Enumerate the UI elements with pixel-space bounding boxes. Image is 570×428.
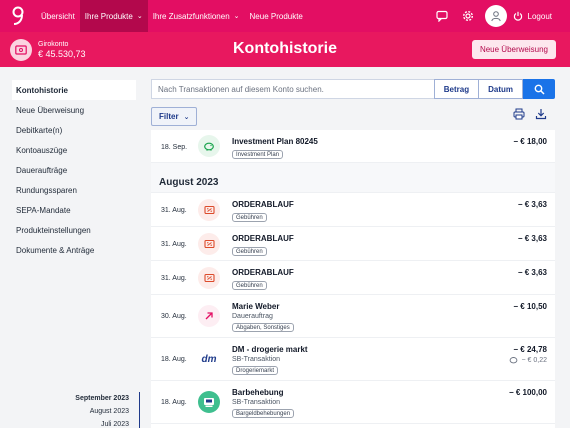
transaction-amount: − € 3,63 [517, 268, 547, 277]
sidebar-item-debit-cards[interactable]: Debitkarte(n) [12, 120, 136, 140]
transaction-title: Barbehebung [232, 388, 284, 397]
category-tag: Gebühren [232, 213, 267, 222]
transaction-row[interactable]: 30. Aug. Marie Weber Dauerauftrag Abgabe… [151, 295, 555, 338]
transaction-title: ORDERABLAUF [232, 234, 294, 243]
transaction-date: 31. Aug. [161, 241, 187, 248]
fee-icon [198, 199, 220, 221]
nav-products[interactable]: Ihre Produkte ⌄ [79, 0, 148, 32]
transaction-row[interactable]: 31. Aug. ORDERABLAUF Gebühren − € 3,63 [151, 227, 555, 261]
nav-overview[interactable]: Übersicht [36, 0, 80, 32]
transaction-amount: − € 3,63 [517, 200, 547, 209]
month-timeline: September 2023 August 2023 Juli 2023 [60, 392, 140, 428]
transaction-amount: − € 100,00 [508, 388, 547, 397]
atm-icon [198, 391, 220, 413]
new-transfer-button[interactable]: Neue Überweisung [471, 40, 556, 59]
roundup-amount-value: − € 0,22 [521, 356, 548, 364]
transaction-amount: − € 10,50 [513, 302, 547, 311]
arrow-up-right-icon [198, 305, 220, 327]
sidebar-item-product-settings[interactable]: Produkteinstellungen [12, 220, 136, 240]
sidebar-item-new-transfer[interactable]: Neue Überweisung [12, 100, 136, 120]
search-input[interactable] [151, 79, 435, 99]
chevron-down-icon: ⌄ [136, 13, 143, 20]
nav-products-label: Ihre Produkte [84, 11, 133, 21]
month-header: August 2023 [151, 163, 555, 193]
search-icon [534, 84, 545, 95]
sidebar-item-sepa-mandates[interactable]: SEPA-Mandate [12, 200, 136, 220]
transaction-date: 18. Aug. [161, 356, 187, 363]
transaction-row[interactable]: 31. Aug. ORDERABLAUF Gebühren − € 3,63 [151, 261, 555, 295]
transaction-amount: − € 18,00 [513, 137, 547, 146]
nav-extra-functions-label: Ihre Zusatzfunktionen [152, 11, 230, 21]
transaction-subtitle: SB-Transaktion [232, 399, 280, 406]
power-icon [513, 11, 522, 21]
chevron-down-icon: ⌄ [233, 13, 240, 20]
search-button[interactable] [523, 79, 555, 99]
print-icon[interactable] [508, 108, 530, 120]
transaction-subtitle: SB-Transaktion [232, 356, 280, 363]
filter-button[interactable]: Filter ⌄ [151, 107, 198, 126]
sidebar-item-standing-orders[interactable]: Daueraufträge [12, 160, 136, 180]
dm-logo-icon: dm [198, 348, 220, 370]
transaction-list: 18. Sep. Investment Plan 80245 Investmen… [151, 130, 555, 428]
category-tag: Investment Plan [232, 150, 284, 159]
transaction-amount: − € 24,78 [513, 345, 547, 354]
category-tag: Abgaben, Sonstiges [232, 323, 294, 332]
sidebar: Kontohistorie Neue Überweisung Debitkart… [12, 80, 136, 260]
transaction-amount: − € 3,63 [517, 234, 547, 243]
toolbar [508, 108, 552, 120]
category-tag: Gebühren [232, 247, 267, 256]
transaction-title: ORDERABLAUF [232, 268, 294, 277]
transaction-row[interactable]: 18. Aug. dm DM - drogerie markt SB-Trans… [151, 338, 555, 381]
sidebar-item-statements[interactable]: Kontoauszüge [12, 140, 136, 160]
user-icon[interactable] [484, 5, 507, 27]
header-band: Girokonto € 45.530,73 Kontohistorie Neue… [0, 32, 570, 67]
gear-icon[interactable] [455, 0, 481, 32]
transaction-date: 31. Aug. [161, 275, 187, 282]
sidebar-item-roundup-savings[interactable]: Rundungssparen [12, 180, 136, 200]
logout-label: Logout [527, 11, 552, 21]
fee-icon [198, 267, 220, 289]
transaction-date: 30. Aug. [161, 313, 187, 320]
nav-extra-functions[interactable]: Ihre Zusatzfunktionen ⌄ [148, 0, 245, 32]
filter-label: Filter [159, 112, 179, 121]
fee-icon [198, 233, 220, 255]
roundup-amount: − € 0,22 [509, 356, 548, 364]
piggy-bank-icon [198, 135, 220, 157]
logo-icon[interactable] [0, 0, 36, 32]
search-bar: Betrag Datum [151, 79, 555, 99]
transaction-date: 31. Aug. [161, 207, 187, 214]
sidebar-item-documents[interactable]: Dokumente & Anträge [12, 240, 136, 260]
sort-amount-button[interactable]: Betrag [433, 79, 480, 99]
piggy-bank-icon [509, 357, 517, 364]
transaction-title: ORDERABLAUF [232, 200, 294, 209]
timeline-month[interactable]: September 2023 [60, 392, 140, 405]
transaction-row[interactable]: 31. Aug. ORDERABLAUF Gebühren − € 3,63 [151, 193, 555, 227]
transaction-title: DM - drogerie markt [232, 345, 308, 354]
category-tag: Drogeriemarkt [232, 366, 279, 375]
timeline-month[interactable]: August 2023 [60, 405, 140, 418]
transaction-date: 18. Sep. [161, 144, 188, 151]
timeline-month[interactable]: Juli 2023 [60, 418, 140, 428]
download-icon[interactable] [530, 108, 552, 120]
transaction-date: 18. Aug. [161, 399, 187, 406]
sidebar-item-history[interactable]: Kontohistorie [12, 80, 136, 100]
chat-icon[interactable] [429, 0, 455, 32]
transaction-title: Marie Weber [232, 302, 280, 311]
sort-date-button[interactable]: Datum [478, 79, 523, 99]
chevron-down-icon: ⌄ [183, 113, 190, 121]
transaction-row[interactable]: 18. Aug. Barbehebung SB-Transaktion Barg… [151, 381, 555, 424]
nav-new-products[interactable]: Neue Produkte [245, 0, 308, 32]
category-tag: Gebühren [232, 281, 267, 290]
transaction-row[interactable]: 18. Sep. Investment Plan 80245 Investmen… [151, 130, 555, 163]
logout-button[interactable]: Logout [513, 11, 570, 21]
top-nav: Übersicht Ihre Produkte ⌄ Ihre Zusatzfunk… [0, 0, 570, 32]
category-tag: Bargeldbehebungen [232, 409, 295, 418]
transaction-subtitle: Dauerauftrag [232, 313, 273, 320]
transaction-title: Investment Plan 80245 [232, 137, 318, 146]
